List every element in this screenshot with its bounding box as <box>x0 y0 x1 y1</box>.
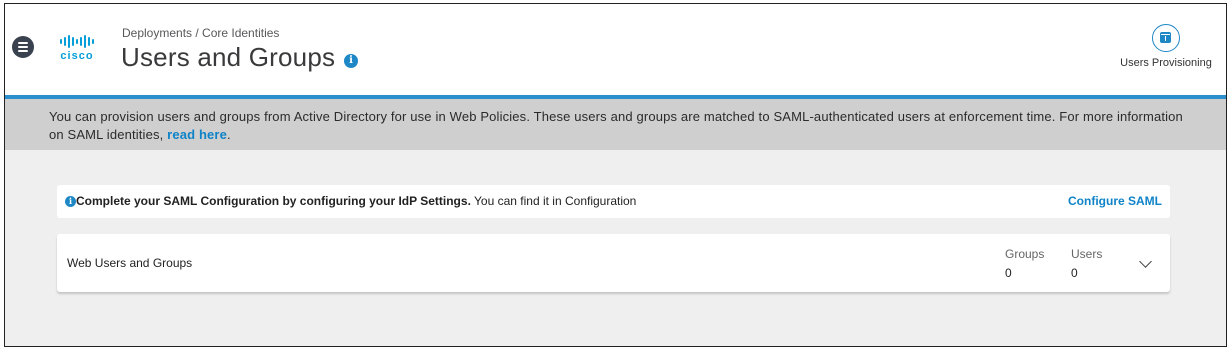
chevron-down-icon[interactable] <box>1139 255 1152 268</box>
groups-stat: Groups 0 <box>1005 247 1044 280</box>
saml-notice-title: Complete your SAML Configuration by conf… <box>76 194 471 208</box>
cisco-logo-text: cisco <box>60 50 94 62</box>
configure-saml-link[interactable]: Configure SAML <box>1068 185 1162 218</box>
app-window: cisco Deployments / Core Identities User… <box>4 3 1227 347</box>
breadcrumb[interactable]: Deployments / Core Identities <box>122 26 279 40</box>
banner-suffix: . <box>227 127 231 142</box>
read-here-link[interactable]: read here <box>167 127 227 142</box>
page-title: Users and Groups <box>121 42 336 72</box>
web-users-groups-panel[interactable]: Web Users and Groups Groups 0 Users 0 <box>57 234 1170 292</box>
info-banner: You can provision users and groups from … <box>5 99 1226 150</box>
saml-notice-text: You can find it in Configuration <box>470 194 637 208</box>
user-provisioning-icon <box>1152 24 1180 52</box>
info-icon: i <box>65 196 76 207</box>
cisco-logo-bars <box>53 34 101 48</box>
users-provisioning-button[interactable]: Users Provisioning <box>1116 24 1216 74</box>
users-provisioning-label: Users Provisioning <box>1120 57 1212 69</box>
info-icon[interactable]: i <box>344 54 358 68</box>
panel-title: Web Users and Groups <box>67 256 193 270</box>
menu-icon[interactable] <box>12 36 34 58</box>
users-stat: Users 0 <box>1071 247 1102 280</box>
cisco-logo: cisco <box>53 34 101 64</box>
groups-count: 0 <box>1005 266 1012 280</box>
page-header: cisco Deployments / Core Identities User… <box>5 4 1226 95</box>
groups-label: Groups <box>1005 247 1045 261</box>
users-label: Users <box>1071 247 1103 261</box>
users-count: 0 <box>1071 266 1078 280</box>
saml-notice-card: i Complete your SAML Configuration by con… <box>57 185 1170 218</box>
